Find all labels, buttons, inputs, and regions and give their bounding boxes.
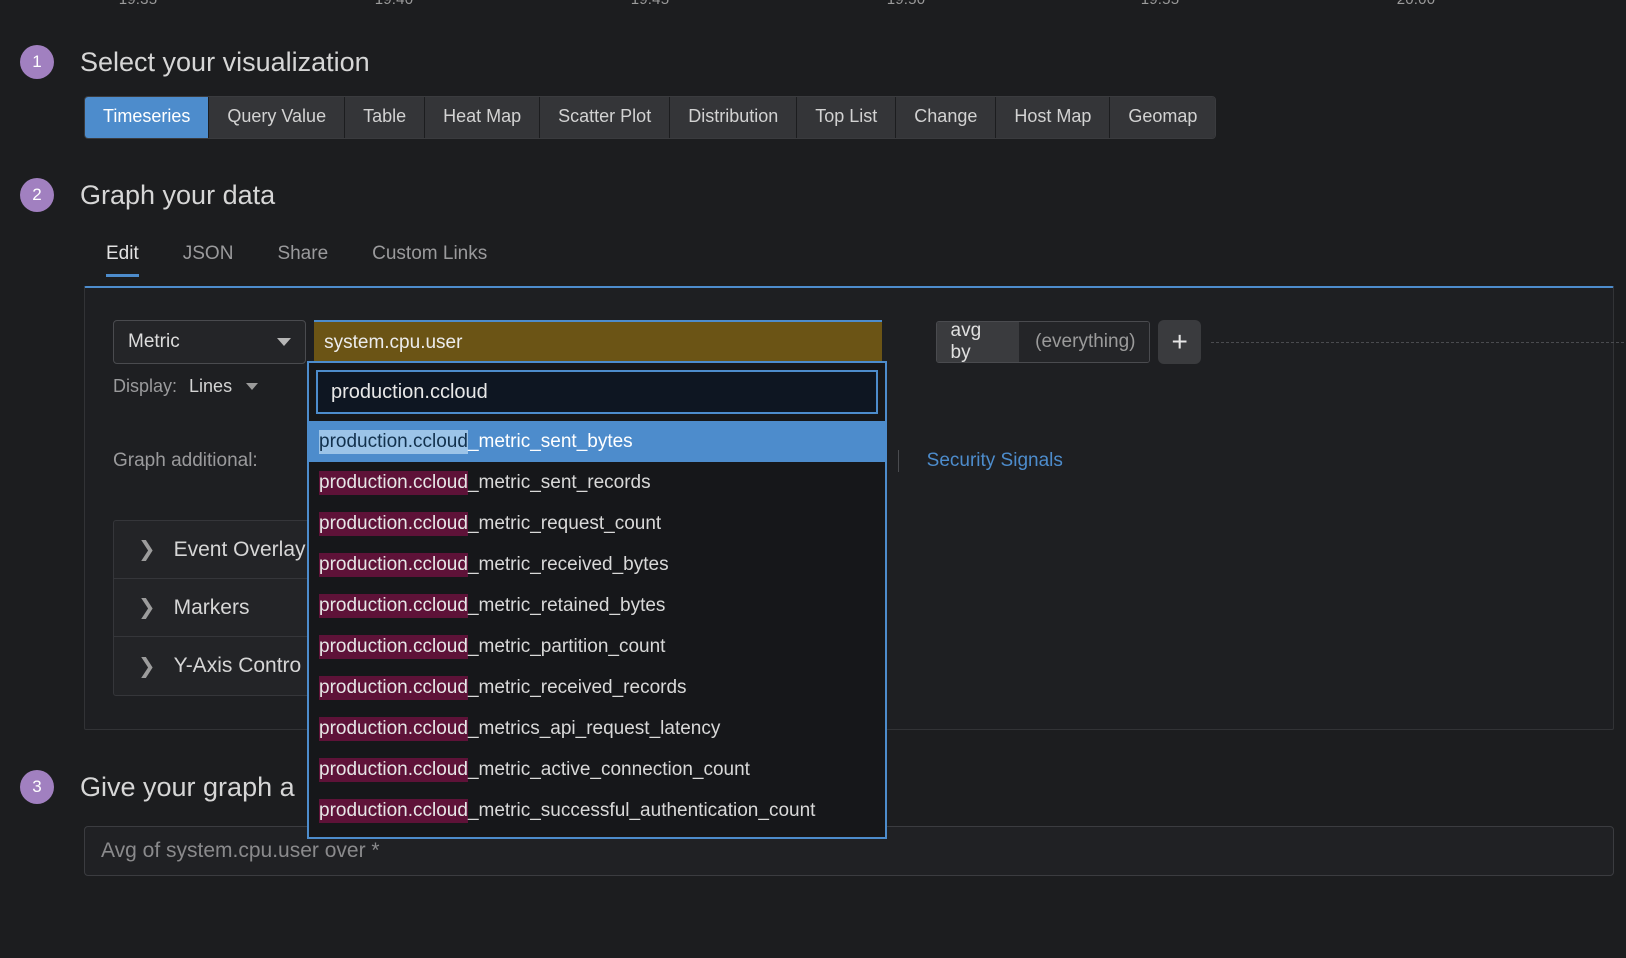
metric-source-select[interactable]: Metric: [113, 320, 307, 364]
chevron-down-icon: [246, 383, 259, 390]
option-suffix: _metric_active_connection_count: [467, 758, 750, 780]
section-header-select-visualization: 1 Select your visualization: [20, 45, 370, 79]
metric-name-input[interactable]: system.cpu.user: [314, 320, 883, 364]
autocomplete-option[interactable]: production.ccloud _metric_retained_bytes: [309, 585, 885, 626]
tab-distribution[interactable]: Distribution: [670, 97, 798, 138]
accordion-label: Markers: [173, 595, 250, 619]
axis-tick: 20:00: [1397, 0, 1436, 8]
query-row: Metric system.cpu.user avg by (everythin…: [113, 320, 1624, 364]
chevron-right-icon: ❯: [138, 596, 156, 619]
display-type-value: Lines: [189, 376, 233, 396]
tab-timeseries[interactable]: Timeseries: [85, 97, 210, 138]
match-highlight: production.ccloud: [319, 675, 468, 700]
section-title: Graph your data: [80, 179, 276, 210]
group-by-value[interactable]: (everything): [1019, 322, 1150, 362]
tab-share[interactable]: Share: [255, 237, 350, 277]
autocomplete-option[interactable]: production.ccloud _metric_active_connecti…: [309, 749, 885, 790]
metric-search-value: production.ccloud: [331, 380, 488, 403]
page-title: Select your visualization: [80, 46, 370, 77]
axis-tick: 19:50: [887, 0, 926, 8]
display-label: Display:: [113, 376, 178, 396]
query-connector-line: [1211, 341, 1624, 343]
autocomplete-option[interactable]: production.ccloud _metric_received_record…: [309, 667, 885, 708]
graph-editor-page: 19:35 19:40 19:45 19:50 19:55 20:00 1 Se…: [0, 0, 1626, 958]
section-header-graph-your-data: 2 Graph your data: [20, 178, 275, 212]
autocomplete-option[interactable]: production.ccloud _metrics_api_request_la…: [309, 708, 885, 749]
tab-json[interactable]: JSON: [161, 237, 256, 277]
chart-axis-strip: 19:35 19:40 19:45 19:50 19:55 20:00: [0, 0, 1626, 14]
tab-custom-links[interactable]: Custom Links: [350, 237, 509, 277]
metric-name-value: system.cpu.user: [324, 332, 463, 353]
tab-top-list[interactable]: Top List: [797, 97, 897, 138]
option-suffix: _metrics_api_request_latency: [467, 717, 721, 739]
step-number-badge: 1: [20, 45, 54, 79]
link-security-signals[interactable]: Security Signals: [899, 450, 1091, 472]
chevron-right-icon: ❯: [138, 538, 156, 561]
match-highlight: production.ccloud: [319, 593, 468, 618]
query-filter-slot: [882, 320, 932, 364]
display-row: Display: Lines: [113, 376, 259, 397]
editor-sub-tabs[interactable]: Edit JSON Share Custom Links: [84, 237, 509, 277]
tab-change[interactable]: Change: [896, 97, 997, 138]
tab-geomap[interactable]: Geomap: [1110, 97, 1216, 138]
section-title: Give your graph a: [80, 771, 295, 802]
option-suffix: _metric_sent_records: [467, 471, 651, 493]
match-highlight: production.ccloud: [319, 511, 468, 536]
graph-additional-label: Graph additional:: [113, 450, 258, 471]
match-highlight: production.ccloud: [319, 634, 468, 659]
group-by-control[interactable]: avg by (everything): [935, 321, 1151, 363]
tab-host-map[interactable]: Host Map: [996, 97, 1111, 138]
autocomplete-options-list[interactable]: production.ccloud _metric_sent_bytes prod…: [309, 421, 885, 837]
tab-edit[interactable]: Edit: [84, 237, 161, 277]
match-highlight: production.ccloud: [319, 429, 468, 454]
visualization-type-tabs[interactable]: Timeseries Query Value Table Heat Map Sc…: [84, 96, 1217, 139]
step-number-badge: 2: [20, 178, 54, 212]
option-suffix: _metric_request_count: [467, 512, 662, 534]
match-highlight: production.ccloud: [319, 716, 468, 741]
metric-autocomplete-dropdown: production.ccloud production.ccloud _metr…: [307, 361, 887, 839]
match-highlight: production.ccloud: [319, 798, 468, 823]
step-number-badge: 3: [20, 770, 54, 804]
axis-tick: 19:55: [1141, 0, 1180, 8]
option-suffix: _metric_retained_bytes: [467, 594, 666, 616]
option-suffix: _metric_sent_bytes: [467, 430, 633, 452]
metric-source-label: Metric: [128, 331, 180, 352]
match-highlight: production.ccloud: [319, 757, 468, 782]
tab-query-value[interactable]: Query Value: [209, 97, 346, 138]
metric-search-input[interactable]: production.ccloud: [316, 370, 878, 414]
autocomplete-option[interactable]: production.ccloud _metric_sent_bytes: [309, 421, 885, 462]
autocomplete-option[interactable]: production.ccloud _metric_partition_count: [309, 626, 885, 667]
graph-title-placeholder: Avg of system.cpu.user over *: [101, 839, 380, 862]
match-highlight: production.ccloud: [319, 552, 468, 577]
axis-tick: 19:35: [119, 0, 158, 8]
option-suffix: _metric_received_records: [467, 676, 687, 698]
chevron-right-icon: ❯: [138, 654, 156, 678]
autocomplete-option[interactable]: production.ccloud _metric_received_bytes: [309, 544, 885, 585]
accordion-label: Y-Axis Contro: [173, 654, 302, 677]
option-suffix: _metric_successful_authentication_count: [467, 799, 816, 821]
section-header-give-graph-title: 3 Give your graph a: [20, 770, 295, 804]
accordion-label: Event Overlay: [173, 537, 306, 561]
autocomplete-option[interactable]: production.ccloud _metric_sent_records: [309, 462, 885, 503]
autocomplete-option[interactable]: production.ccloud _metric_request_count: [309, 503, 885, 544]
chevron-down-icon: [277, 338, 292, 346]
axis-tick: 19:45: [631, 0, 670, 8]
tab-heat-map[interactable]: Heat Map: [425, 97, 541, 138]
add-query-button[interactable]: +: [1158, 320, 1202, 364]
tab-table[interactable]: Table: [345, 97, 426, 138]
tab-scatter-plot[interactable]: Scatter Plot: [540, 97, 671, 138]
display-type-select[interactable]: Lines: [189, 376, 259, 397]
aggregator-label: avg by: [936, 322, 1020, 362]
match-highlight: production.ccloud: [319, 470, 468, 495]
axis-tick: 19:40: [375, 0, 414, 8]
option-suffix: _metric_partition_count: [467, 635, 666, 657]
option-suffix: _metric_received_bytes: [467, 553, 669, 575]
autocomplete-option[interactable]: production.ccloud _metric_successful_auth…: [309, 790, 885, 831]
